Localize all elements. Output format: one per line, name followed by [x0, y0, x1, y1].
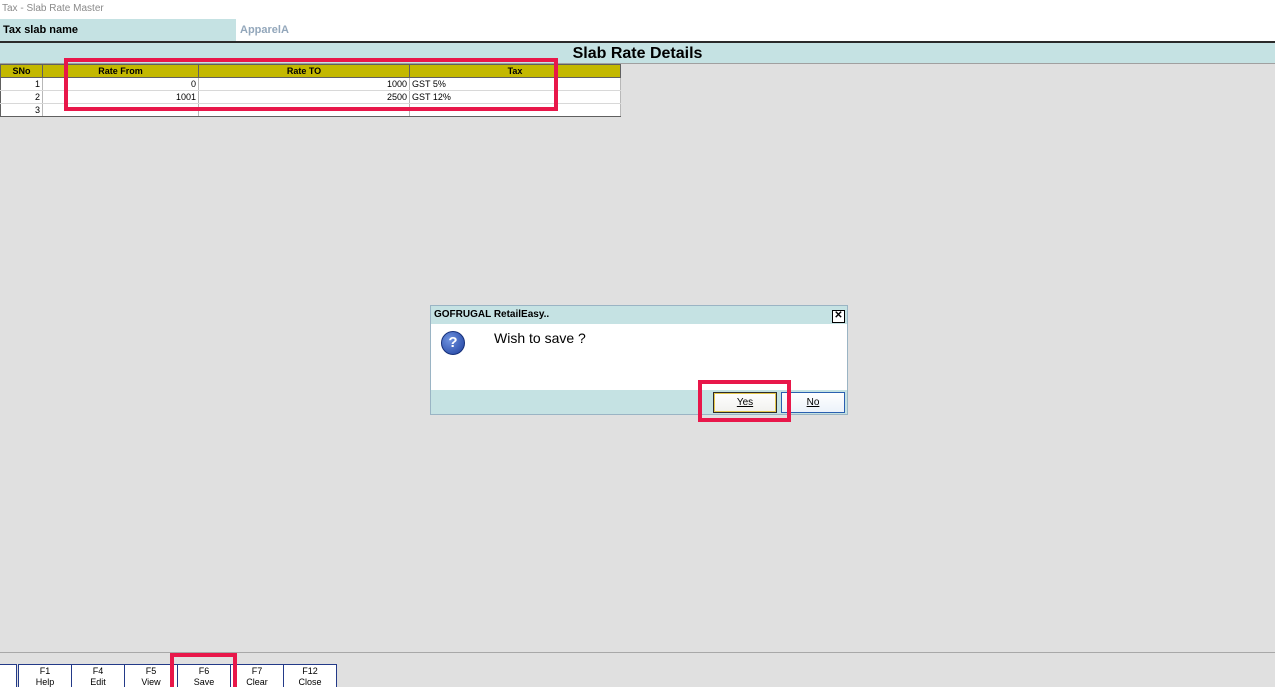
column-header-rate-to: Rate TO: [198, 64, 410, 78]
cell-rate-to[interactable]: 2500: [198, 90, 410, 104]
window-title: Tax - Slab Rate Master: [0, 0, 1275, 19]
slab-rate-grid: SNo Rate From Rate TO Tax 1 0 1000 GST 5…: [0, 64, 621, 117]
no-button[interactable]: No: [781, 392, 845, 413]
fkey-code: F12: [302, 666, 318, 676]
cell-rate-from[interactable]: 0: [42, 77, 199, 91]
fkey-code: F6: [198, 666, 210, 676]
tax-slab-name-field[interactable]: ApparelA: [239, 19, 639, 42]
yes-button[interactable]: Yes: [713, 392, 777, 413]
fkey-label: Save: [193, 677, 215, 687]
cell-rate-from[interactable]: 1001: [42, 90, 199, 104]
fkey-code: F1: [39, 666, 51, 676]
tax-slab-row: Tax slab name ApparelA: [0, 19, 1275, 42]
dialog-footer: Yes No: [431, 390, 847, 414]
yes-button-label: Yes: [736, 397, 754, 408]
save-confirm-dialog: GOFRUGAL RetailEasy.. ✕ ? Wish to save ?…: [430, 305, 848, 415]
divider: [0, 652, 1275, 653]
fkey-code: F5: [145, 666, 157, 676]
fkey-label: Close: [298, 677, 322, 687]
no-button-label: No: [806, 397, 820, 408]
fkey-code: F7: [251, 666, 263, 676]
column-header-sno: SNo: [0, 64, 43, 78]
f1-help-button[interactable]: F1 Help: [18, 664, 72, 687]
f12-close-button[interactable]: F12 Close: [283, 664, 337, 687]
f-key-blank: [0, 664, 17, 687]
cell-rate-from[interactable]: [42, 103, 199, 117]
cell-sno: 2: [0, 90, 43, 104]
table-row[interactable]: 1 0 1000 GST 5%: [0, 77, 621, 91]
cell-tax[interactable]: [409, 103, 621, 117]
cell-sno: 3: [0, 103, 43, 117]
column-header-rate-from: Rate From: [42, 64, 199, 78]
f6-save-button[interactable]: F6 Save: [177, 664, 231, 687]
fkey-label: Help: [35, 677, 55, 687]
fkey-label: Edit: [90, 677, 106, 687]
section-title: Slab Rate Details: [0, 43, 1275, 64]
cell-tax[interactable]: GST 5%: [409, 77, 621, 91]
tax-slab-name-label: Tax slab name: [0, 19, 236, 42]
table-row[interactable]: 2 1001 2500 GST 12%: [0, 90, 621, 104]
cell-rate-to[interactable]: 1000: [198, 77, 410, 91]
fkey-label: View: [141, 677, 161, 687]
close-icon[interactable]: ✕: [832, 310, 845, 323]
cell-rate-to[interactable]: [198, 103, 410, 117]
f4-edit-button[interactable]: F4 Edit: [71, 664, 125, 687]
dialog-message: Wish to save ?: [494, 330, 586, 346]
table-row[interactable]: 3: [0, 103, 621, 117]
column-header-tax: Tax: [409, 64, 621, 78]
cell-sno: 1: [0, 77, 43, 91]
f5-view-button[interactable]: F5 View: [124, 664, 178, 687]
fkey-code: F4: [92, 666, 104, 676]
question-icon: ?: [441, 331, 465, 355]
dialog-title: GOFRUGAL RetailEasy..: [431, 306, 847, 324]
cell-tax[interactable]: GST 12%: [409, 90, 621, 104]
fkey-label: Clear: [246, 677, 268, 687]
grid-header-row: SNo Rate From Rate TO Tax: [0, 64, 621, 78]
f7-clear-button[interactable]: F7 Clear: [230, 664, 284, 687]
